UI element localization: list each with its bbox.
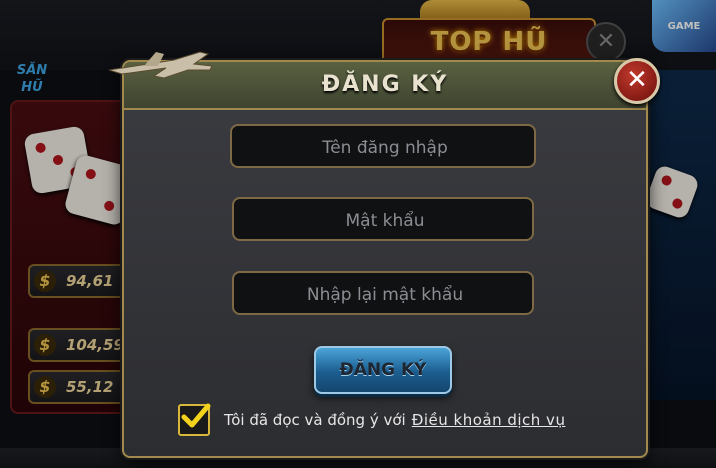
username-field[interactable] xyxy=(230,124,538,169)
password-input[interactable] xyxy=(234,200,536,242)
terms-of-service-link[interactable]: Điều khoản dịch vụ xyxy=(412,411,566,429)
username-input[interactable] xyxy=(232,127,538,169)
confirm-password-input[interactable] xyxy=(234,274,536,316)
confirm-password-field[interactable] xyxy=(232,271,536,316)
register-button[interactable]: ĐĂNG KÝ xyxy=(314,346,452,394)
register-dialog: ĐĂNG KÝ xyxy=(122,60,648,458)
agree-checkbox[interactable] xyxy=(178,403,211,436)
checkmark-icon xyxy=(181,403,211,428)
close-icon[interactable]: ✕ xyxy=(614,58,660,104)
airplane-icon xyxy=(108,51,213,79)
password-field[interactable] xyxy=(232,197,536,242)
agree-row: Tôi đã đọc và đồng ý với Điều khoản dịch… xyxy=(178,403,566,436)
agree-text: Tôi đã đọc và đồng ý với xyxy=(224,411,406,429)
